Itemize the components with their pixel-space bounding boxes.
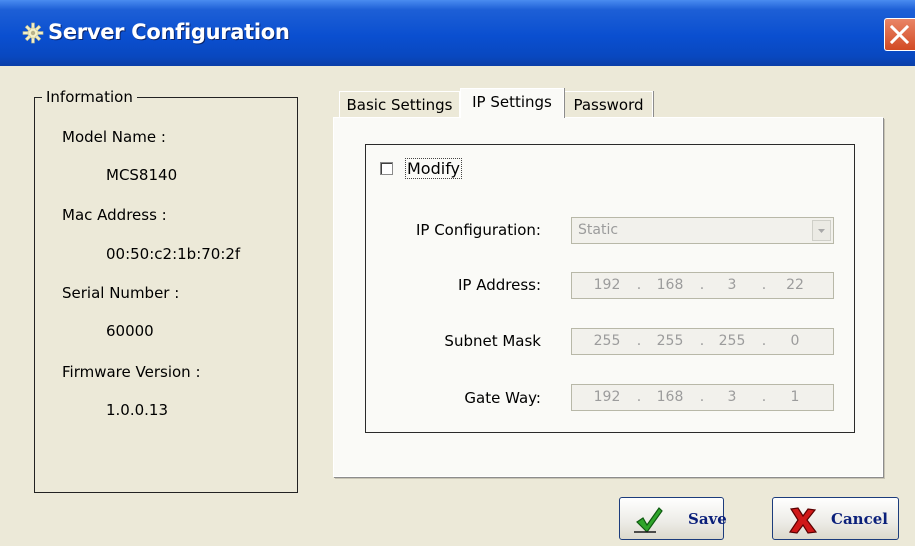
tab-basic-settings[interactable]: Basic Settings	[339, 91, 460, 117]
subnet-octet: 0	[790, 333, 800, 349]
octet-separator: .	[636, 389, 642, 405]
ip-address-field[interactable]: 192 . 168 . 3 . 22	[571, 272, 834, 299]
octet-separator: .	[761, 333, 767, 349]
serial-number-label: Serial Number :	[62, 284, 180, 302]
cancel-button[interactable]: Cancel	[772, 497, 899, 540]
gateway-octet: 1	[790, 389, 800, 405]
window-title: Server Configuration	[48, 20, 290, 44]
octet-separator: .	[699, 277, 705, 293]
firmware-version-value: 1.0.0.13	[106, 401, 169, 419]
subnet-octet: 255	[718, 333, 746, 349]
tab-password[interactable]: Password	[564, 91, 653, 117]
mac-address-label: Mac Address :	[62, 206, 167, 224]
mac-address-value: 00:50:c2:1b:70:2f	[106, 245, 241, 263]
dropdown-button[interactable]	[812, 220, 831, 241]
gateway-octet: 168	[656, 389, 684, 405]
gear-icon	[22, 22, 44, 44]
title-bar[interactable]: Server Configuration	[0, 0, 915, 66]
subnet-mask-field[interactable]: 255 . 255 . 255 . 0	[571, 328, 834, 355]
subnet-octet: 255	[593, 333, 621, 349]
subnet-mask-label: Subnet Mask	[444, 332, 541, 350]
subnet-octet: 255	[656, 333, 684, 349]
close-button[interactable]	[884, 18, 915, 51]
octet-separator: .	[761, 389, 767, 405]
gateway-label: Gate Way:	[464, 389, 541, 407]
ip-configuration-label: IP Configuration:	[415, 221, 541, 239]
cancel-label: Cancel	[831, 510, 888, 528]
red-x-icon	[789, 507, 817, 534]
chevron-down-icon	[818, 229, 825, 233]
octet-separator: .	[699, 333, 705, 349]
ip-octet: 168	[656, 277, 684, 293]
modify-checkbox[interactable]	[380, 162, 393, 175]
model-name-label: Model Name :	[62, 128, 166, 146]
ip-octet: 192	[593, 277, 621, 293]
gateway-octet: 192	[593, 389, 621, 405]
octet-separator: .	[699, 389, 705, 405]
serial-number-value: 60000	[106, 322, 154, 340]
octet-separator: .	[636, 333, 642, 349]
gateway-field[interactable]: 192 . 168 . 3 . 1	[571, 384, 834, 411]
ip-configuration-select[interactable]: Static	[571, 217, 834, 244]
modify-label[interactable]: Modify	[404, 158, 463, 179]
octet-separator: .	[761, 277, 767, 293]
ip-octet: 22	[786, 277, 804, 293]
information-legend: Information	[42, 88, 137, 106]
octet-separator: .	[636, 277, 642, 293]
ip-octet: 3	[727, 277, 737, 293]
model-name-value: MCS8140	[106, 166, 178, 184]
close-icon	[889, 24, 910, 45]
ip-address-label: IP Address:	[457, 276, 541, 294]
firmware-version-label: Firmware Version :	[62, 363, 201, 381]
save-label: Save	[688, 510, 727, 528]
tab-ip-settings[interactable]: IP Settings	[460, 88, 564, 118]
checkmark-icon	[634, 507, 663, 533]
save-button[interactable]: Save	[619, 497, 727, 540]
ip-configuration-value: Static	[578, 222, 619, 238]
gateway-octet: 3	[727, 389, 737, 405]
